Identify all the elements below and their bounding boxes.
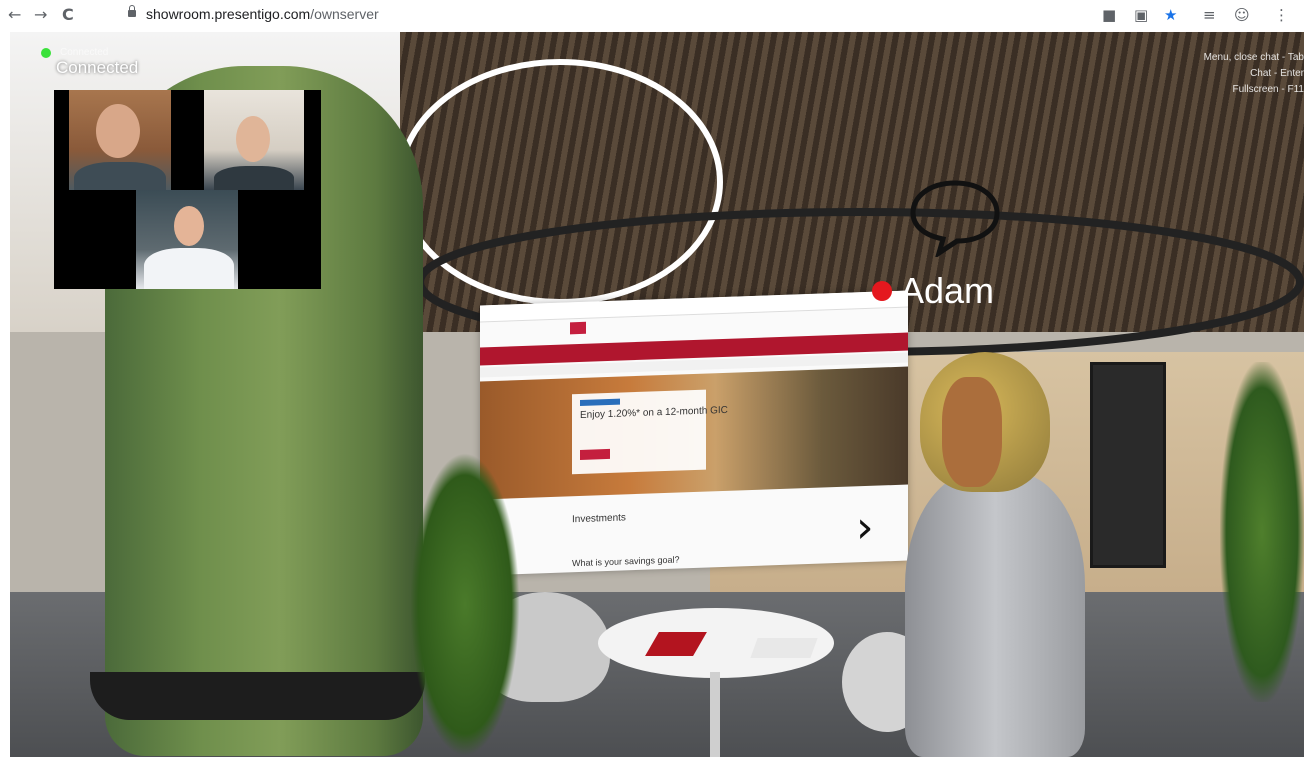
avatar-name: Adam <box>900 270 995 311</box>
virtual-showroom-viewport[interactable]: Enjoy 1.20%* on a 12-month GIC Investmen… <box>10 32 1304 757</box>
reload-button[interactable]: C <box>62 5 74 25</box>
hint-chat: Chat - Enter <box>1250 68 1304 79</box>
browser-toolbar: ← → C showroom.presentigo.com/ownserver … <box>0 0 1308 32</box>
connection-dot <box>41 48 51 58</box>
avatar-head <box>942 377 1002 487</box>
back-button[interactable]: ← <box>8 5 21 25</box>
plant <box>410 452 520 757</box>
avatar-nametag: Adam <box>872 270 994 312</box>
translate-icon[interactable]: ▣ <box>1134 6 1148 24</box>
plant <box>1220 362 1304 702</box>
hint-fullscreen: Fullscreen - F11 <box>1232 84 1304 95</box>
url-path: /ownserver <box>310 6 379 22</box>
queue-icon[interactable]: ≡ <box>1203 6 1216 24</box>
connection-status: Connected <box>56 58 139 77</box>
address-bar[interactable]: showroom.presentigo.com/ownserver <box>146 6 379 22</box>
url-host: showroom.presentigo.com <box>146 6 311 22</box>
keyboard-hints: Menu, close chat - Tab Chat - Enter Full… <box>1204 50 1304 98</box>
section-title: Investments <box>572 512 626 526</box>
hero-button <box>580 448 610 460</box>
section-question: What is your savings goal? <box>572 554 680 569</box>
chevron-right-icon[interactable]: › <box>856 502 874 553</box>
participant-video <box>69 90 171 190</box>
connection-status-small: Connected <box>60 47 109 58</box>
forward-button[interactable]: → <box>34 5 47 25</box>
status-dot <box>872 281 892 301</box>
presentation-screen[interactable]: Enjoy 1.20%* on a 12-month GIC Investmen… <box>480 290 908 576</box>
participant-video <box>136 190 238 289</box>
avatar-body <box>905 472 1085 757</box>
camera-icon[interactable]: ■ <box>1102 6 1116 24</box>
hint-menu: Menu, close chat - Tab <box>1203 52 1304 63</box>
document[interactable] <box>750 638 818 658</box>
star-icon[interactable]: ★ <box>1164 6 1177 24</box>
pillar-base <box>90 672 425 720</box>
bank-logo <box>570 321 586 335</box>
account-icon[interactable]: ☺ <box>1234 6 1250 24</box>
doorway <box>1090 362 1166 568</box>
participant-video <box>204 90 304 190</box>
video-call-panel[interactable] <box>54 90 321 289</box>
table-leg <box>710 672 720 757</box>
lock-icon <box>128 5 136 17</box>
more-icon[interactable]: ⋮ <box>1274 6 1289 24</box>
speech-bubble-icon <box>910 180 1000 257</box>
